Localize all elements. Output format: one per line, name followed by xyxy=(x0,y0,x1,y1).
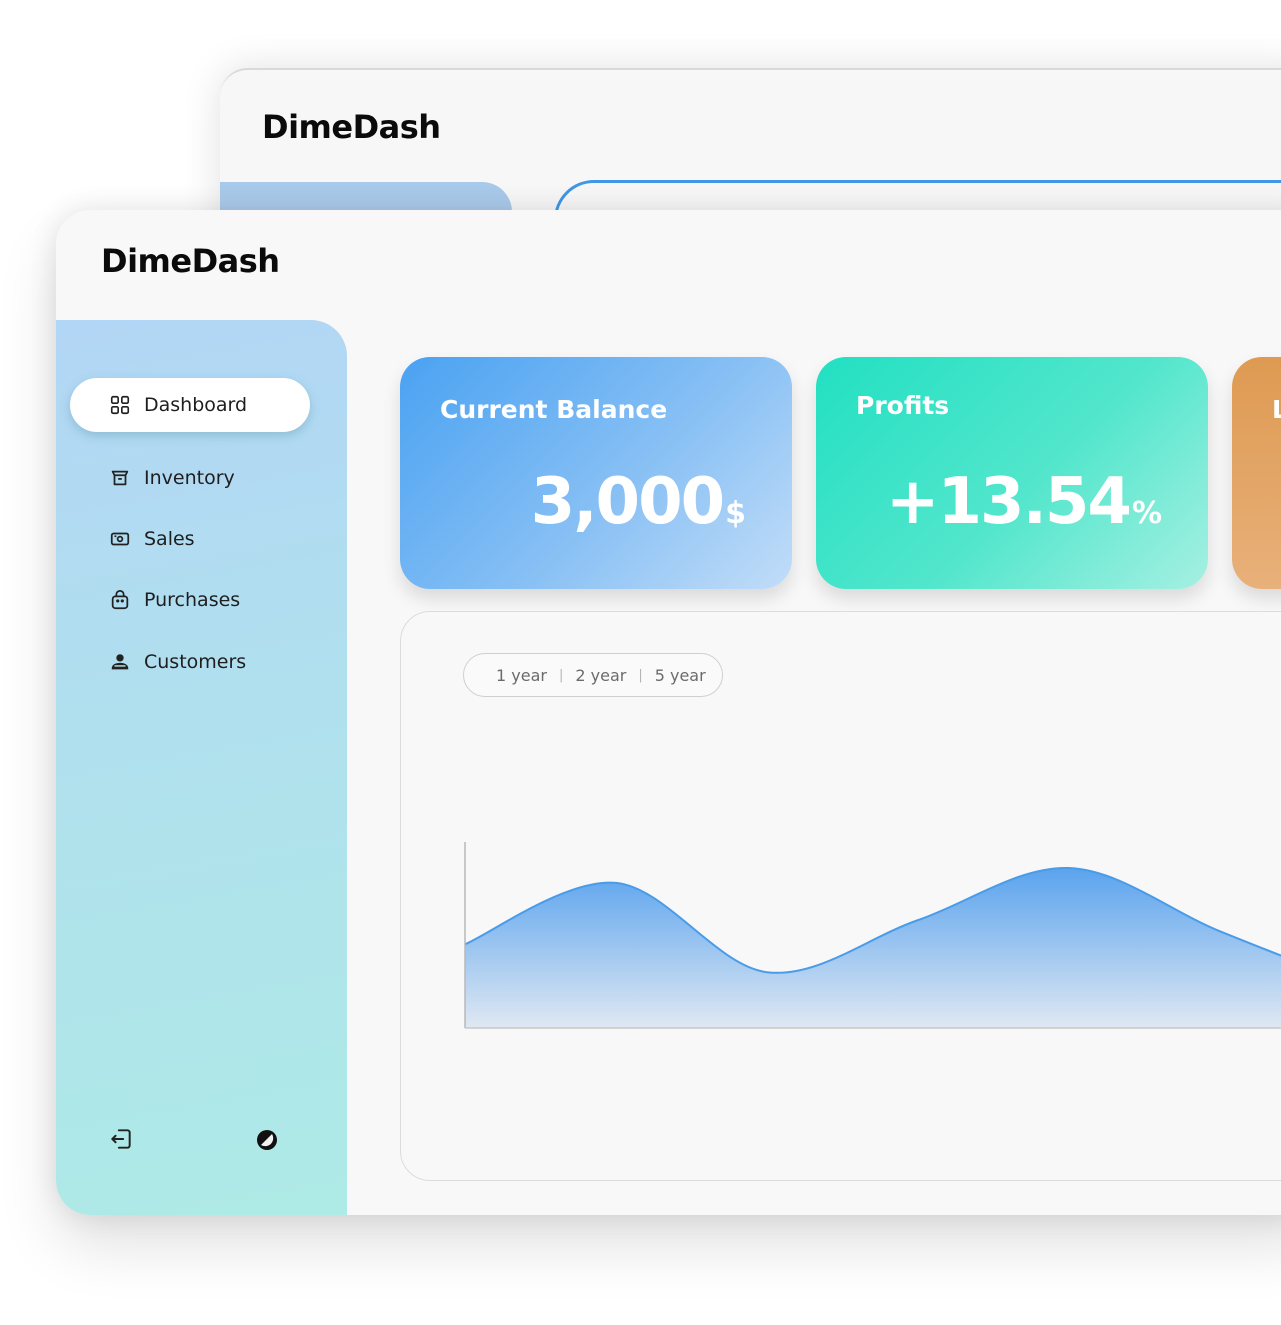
currency-unit: $ xyxy=(725,496,746,531)
stage: DimeDash DimeDash Dashboard Inventory Sa… xyxy=(0,0,1281,1325)
sidebar-item-label: Sales xyxy=(144,528,195,550)
balance-amount: 3,000 xyxy=(530,465,725,539)
app-logo: DimeDash xyxy=(101,242,280,280)
logout-icon[interactable] xyxy=(106,1124,136,1154)
percent-unit: % xyxy=(1131,496,1162,531)
card-label: Profits xyxy=(856,391,950,420)
sidebar-item-label: Purchases xyxy=(144,589,241,611)
sidebar-item-dashboard[interactable]: Dashboard xyxy=(70,378,310,432)
sidebar-item-label: Dashboard xyxy=(144,394,248,416)
app-logo: DimeDash xyxy=(262,108,441,146)
sidebar-item-label: Inventory xyxy=(144,467,235,489)
card-label: Current Balance xyxy=(440,395,668,424)
sidebar-item-label: Customers xyxy=(144,651,247,673)
balance-value: 3,000$ xyxy=(531,465,746,539)
sidebar-item-customers[interactable]: Customers xyxy=(70,635,310,689)
grid-icon xyxy=(108,393,132,417)
profits-card[interactable]: Profits +13.54% xyxy=(816,357,1208,589)
card-label: L xyxy=(1272,395,1281,424)
profits-value: +13.54% xyxy=(886,465,1162,539)
box-icon xyxy=(108,466,132,490)
sidebar-item-purchases[interactable]: Purchases xyxy=(70,573,310,627)
current-balance-card[interactable]: Current Balance 3,000$ xyxy=(400,357,792,589)
cash-icon xyxy=(108,527,132,551)
sidebar-item-sales[interactable]: Sales xyxy=(70,512,310,566)
third-stat-card[interactable]: L xyxy=(1232,357,1281,589)
sidebar-item-inventory[interactable]: Inventory xyxy=(70,451,310,505)
users-icon xyxy=(108,650,132,674)
chart-area-fill xyxy=(465,868,1281,1028)
sidebar: Dashboard Inventory Sales Purchases Cust… xyxy=(56,320,347,1215)
theme-toggle-icon[interactable] xyxy=(252,1125,282,1155)
shopping-bag-icon xyxy=(108,588,132,612)
area-chart xyxy=(464,842,1281,1029)
chart-panel: 1 year | 2 year | 5 year xyxy=(400,611,1281,1181)
dashboard-window: DimeDash Dashboard Inventory Sales Purch… xyxy=(56,210,1281,1215)
profits-amount: +13.54 xyxy=(885,465,1132,539)
